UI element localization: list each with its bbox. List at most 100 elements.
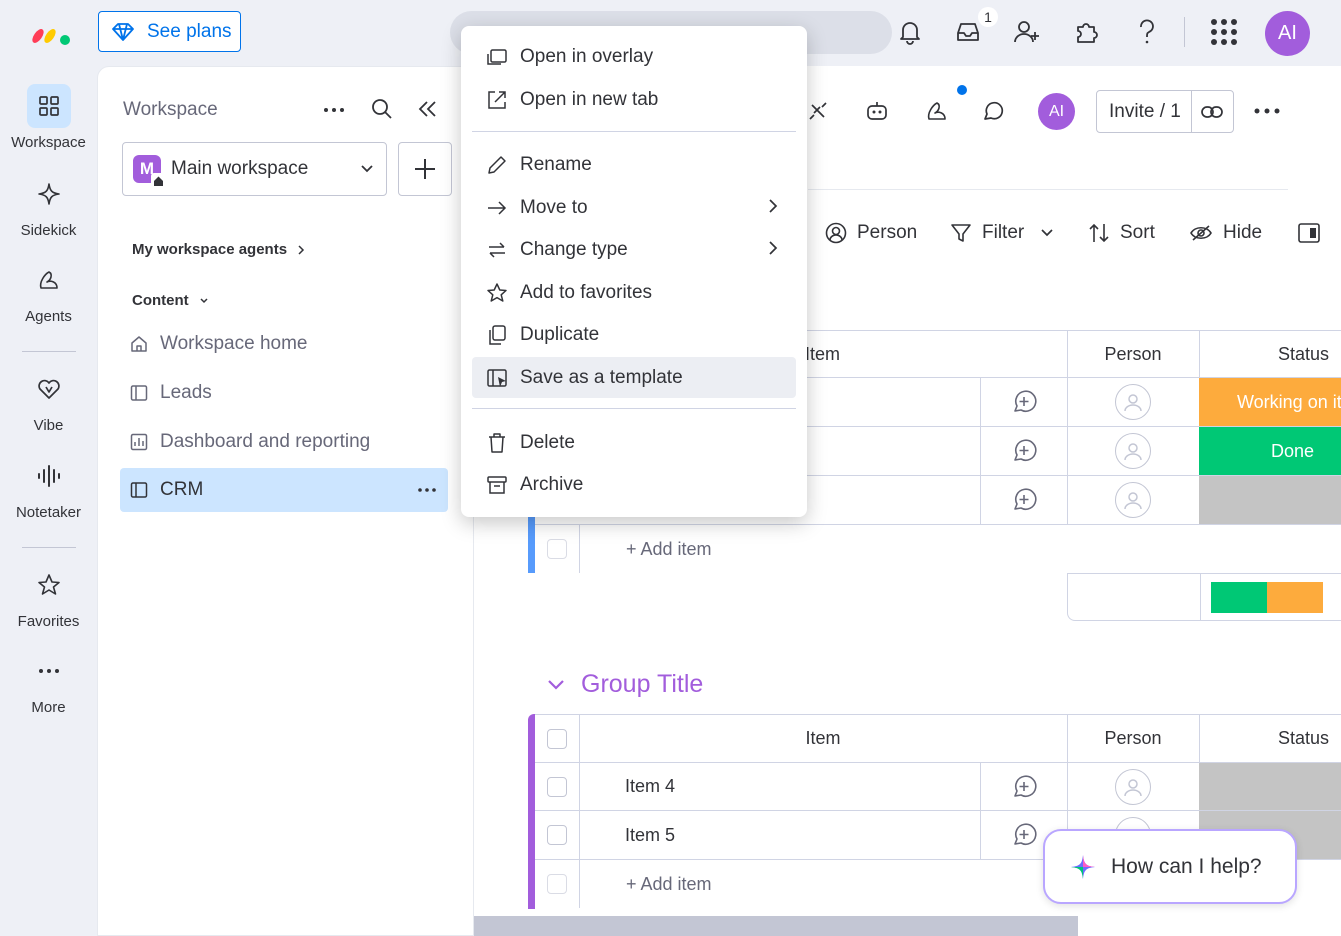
collapse-panel-icon[interactable]: [418, 100, 438, 118]
person-cell[interactable]: [1067, 427, 1200, 476]
rail-item-agents[interactable]: Agents: [0, 258, 97, 325]
rail-item-sidekick[interactable]: Sidekick: [0, 172, 97, 239]
menu-item-change-type[interactable]: Change type: [472, 229, 796, 270]
table-row-item-name[interactable]: Item 5: [579, 811, 981, 860]
rail-item-workspace[interactable]: Workspace: [0, 84, 97, 151]
dashboard-icon: [130, 433, 148, 451]
search-icon[interactable]: [370, 97, 394, 121]
apps-grid-icon[interactable]: [1209, 16, 1239, 48]
pencil-icon: [488, 155, 506, 174]
board-header-divider: [808, 189, 1288, 190]
filter-button[interactable]: Filter: [950, 220, 1054, 246]
group2-color-bar: [528, 714, 535, 909]
integrations-puzzle-icon[interactable]: [1072, 16, 1102, 48]
template-icon: [487, 368, 507, 387]
add-update-icon[interactable]: [980, 476, 1068, 525]
sparkle-icon: [27, 172, 71, 216]
archive-icon: [487, 475, 507, 494]
person-cell[interactable]: [1067, 378, 1200, 427]
chevron-down-icon[interactable]: [547, 679, 565, 691]
add-update-icon[interactable]: [980, 427, 1068, 476]
chevron-right-icon: [298, 244, 305, 255]
group-title[interactable]: Group Title: [547, 670, 703, 699]
status-summary-bar[interactable]: [1211, 582, 1323, 613]
column-header-person[interactable]: Person: [1067, 714, 1200, 763]
status-cell[interactable]: [1199, 763, 1341, 811]
column-header-item[interactable]: Item: [579, 714, 1068, 763]
add-item-button[interactable]: [398, 142, 452, 196]
checkbox[interactable]: [547, 874, 567, 894]
nav-item-workspace-home[interactable]: Workspace home: [120, 322, 448, 366]
row-checkbox-cell: [535, 811, 580, 860]
checkbox[interactable]: [547, 539, 567, 559]
add-update-icon[interactable]: [980, 763, 1068, 811]
item-options-icon[interactable]: [418, 478, 436, 502]
menu-item-duplicate[interactable]: Duplicate: [472, 314, 796, 355]
user-avatar[interactable]: AI: [1265, 11, 1310, 56]
duplicate-icon: [489, 324, 506, 345]
rail-label: Workspace: [11, 134, 86, 151]
board-user-avatar[interactable]: AI: [1038, 93, 1075, 130]
integrate-icon[interactable]: [803, 96, 833, 126]
copy-link-icon[interactable]: [1190, 91, 1233, 132]
ai-agents-icon[interactable]: [922, 96, 952, 126]
nav-item-leads[interactable]: Leads: [120, 371, 448, 415]
rail-item-favorites[interactable]: Favorites: [0, 563, 97, 630]
table-row-item-name[interactable]: Item 4: [579, 763, 981, 811]
notification-dot: [957, 85, 967, 95]
menu-item-open-overlay[interactable]: Open in overlay: [472, 36, 796, 77]
menu-item-add-favorites[interactable]: Add to favorites: [472, 272, 796, 313]
column-header-status[interactable]: Status: [1199, 714, 1341, 763]
menu-item-archive[interactable]: Archive: [472, 464, 796, 505]
invite-member-icon[interactable]: [1012, 16, 1042, 48]
select-all-checkbox[interactable]: [547, 728, 567, 749]
rail-item-notetaker[interactable]: Notetaker: [0, 454, 97, 521]
row-checkbox[interactable]: [547, 825, 567, 845]
rail-item-vibe[interactable]: Vibe: [0, 367, 97, 434]
help-question-icon[interactable]: [1132, 16, 1162, 48]
column-header-person[interactable]: Person: [1067, 330, 1200, 378]
menu-item-rename[interactable]: Rename: [472, 144, 796, 185]
person-cell[interactable]: [1067, 763, 1200, 811]
inbox-count-badge: 1: [978, 7, 998, 27]
chat-bubble-icon[interactable]: [979, 96, 1009, 126]
invite-button[interactable]: Invite / 1: [1096, 90, 1234, 133]
layout-icon[interactable]: [1297, 222, 1321, 244]
rail-item-more[interactable]: More: [0, 649, 97, 716]
menu-item-open-new-tab[interactable]: Open in new tab: [472, 79, 796, 120]
person-cell[interactable]: [1067, 476, 1200, 525]
add-item-input[interactable]: + Add item: [626, 874, 712, 895]
chevron-down-icon: [1041, 229, 1053, 237]
ai-help-bubble[interactable]: How can I help?: [1043, 829, 1297, 904]
column-header-status[interactable]: Status: [1199, 330, 1341, 378]
rail-separator: [22, 547, 76, 548]
workspace-selector[interactable]: M Main workspace: [122, 142, 387, 196]
rail-label: Notetaker: [15, 504, 82, 521]
workspace-badge: M: [133, 155, 166, 188]
hide-button[interactable]: Hide: [1189, 220, 1262, 246]
horizontal-scrollbar[interactable]: [474, 916, 1078, 936]
menu-item-move-to[interactable]: Move to: [472, 187, 796, 228]
person-circle-icon: [825, 222, 847, 244]
nav-item-dashboard[interactable]: Dashboard and reporting: [120, 420, 448, 464]
sort-button[interactable]: Sort: [1088, 220, 1155, 246]
workspace-options-icon[interactable]: [323, 107, 345, 113]
status-cell[interactable]: Done: [1199, 427, 1341, 476]
bell-icon[interactable]: [895, 16, 925, 48]
nav-item-crm[interactable]: CRM: [120, 468, 448, 512]
automation-robot-icon[interactable]: [862, 96, 892, 126]
row-checkbox[interactable]: [547, 776, 567, 797]
menu-item-delete[interactable]: Delete: [472, 422, 796, 463]
board-options-icon[interactable]: [1254, 108, 1280, 114]
help-prompt: How can I help?: [1111, 854, 1262, 878]
workspace-agents-section[interactable]: My workspace agents: [132, 241, 305, 258]
status-cell[interactable]: [1199, 476, 1341, 525]
monday-logo[interactable]: [31, 20, 73, 46]
see-plans-button[interactable]: See plans: [98, 11, 241, 52]
add-update-icon[interactable]: [980, 378, 1068, 427]
status-cell[interactable]: Working on it: [1199, 378, 1341, 427]
menu-item-save-template[interactable]: Save as a template: [472, 357, 796, 398]
person-filter-button[interactable]: Person: [825, 220, 917, 246]
content-section[interactable]: Content: [132, 292, 209, 309]
add-item-input[interactable]: + Add item: [626, 539, 712, 560]
